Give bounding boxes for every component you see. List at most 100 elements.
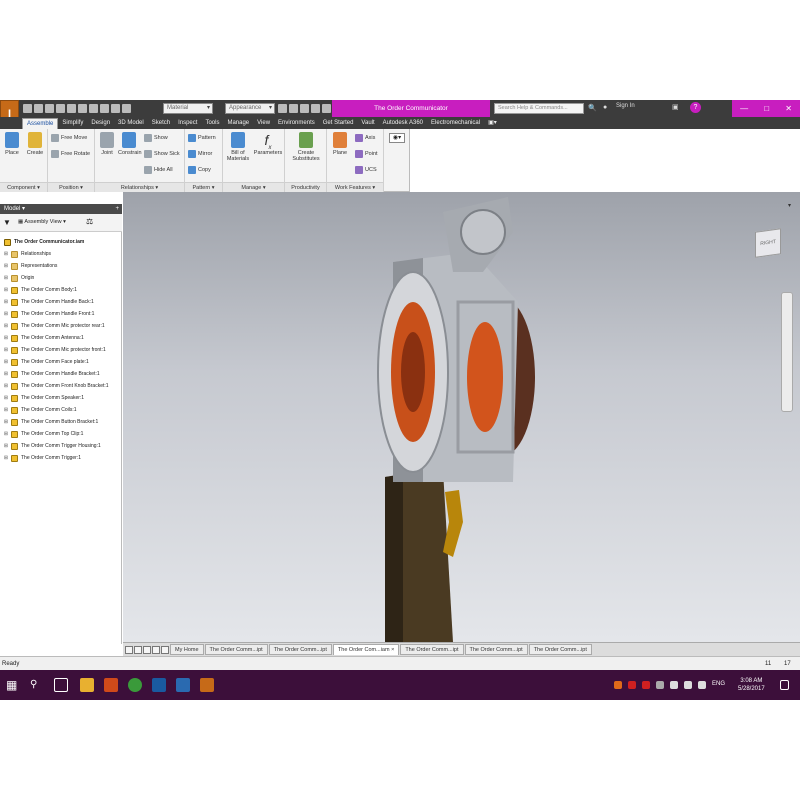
tree-item[interactable]: ⊞ The Order Comm Handle Back:1 <box>0 296 121 308</box>
pattern-button[interactable]: Pattern <box>188 134 216 142</box>
tray-icon-2[interactable] <box>628 681 636 689</box>
measure-icon[interactable] <box>111 104 120 113</box>
component-group-label[interactable]: Component ▾ <box>0 182 47 192</box>
work-features-group-label[interactable]: Work Features ▾ <box>327 182 383 192</box>
exchange-icon[interactable]: ▣ <box>672 103 679 111</box>
place-button[interactable]: Place <box>1 132 23 156</box>
user-icon[interactable]: ● <box>603 104 607 111</box>
point-button[interactable]: Point <box>355 150 378 158</box>
panel-options-icon[interactable]: ◉▾ <box>389 133 405 143</box>
tab-sketch[interactable]: Sketch <box>148 118 174 129</box>
browser-add-icon[interactable]: + <box>115 204 119 214</box>
document-tab[interactable]: The Order Comm...ipt <box>400 644 464 655</box>
graphics-viewport[interactable]: RIGHT ▾ <box>123 192 800 642</box>
pattern-group-label[interactable]: Pattern ▾ <box>185 182 222 192</box>
network-icon[interactable] <box>684 681 692 689</box>
sign-in-button[interactable]: Sign In <box>616 103 635 109</box>
volume-icon[interactable] <box>698 681 706 689</box>
store-icon[interactable] <box>152 678 166 692</box>
tree-item[interactable]: ⊞ The Order Comm Handle Bracket:1 <box>0 368 121 380</box>
tree-item[interactable]: ⊞ Representations <box>0 260 121 272</box>
expand-icon[interactable]: ⊞ <box>3 443 9 449</box>
minimize-icon[interactable]: — <box>740 104 748 113</box>
document-tab[interactable]: The Order Comm...ipt <box>464 644 528 655</box>
filter-icon[interactable]: ▼ <box>3 218 11 227</box>
ucs-button[interactable]: UCS <box>355 166 377 174</box>
arrange-icon[interactable] <box>152 645 160 654</box>
ribbon-options-icon[interactable]: ▣▾ <box>484 118 501 129</box>
tree-item[interactable]: ⊞ The Order Comm Front Knob Bracket:1 <box>0 380 121 392</box>
tree-item[interactable]: ⊞ The Order Comm Coils:1 <box>0 404 121 416</box>
axis-button[interactable]: Axis <box>355 134 375 142</box>
tree-item[interactable]: ⊞ The Order Comm Face plate:1 <box>0 356 121 368</box>
tree-item[interactable]: ⊞ The Order Comm Mic protector rear:1 <box>0 320 121 332</box>
tree-item[interactable]: ⊞ Relationships <box>0 248 121 260</box>
more-icon[interactable] <box>322 104 331 113</box>
expand-icon[interactable]: ⊞ <box>3 419 9 425</box>
expand-icon[interactable]: ⊞ <box>3 311 9 317</box>
close-tab-icon[interactable]: × <box>390 647 394 653</box>
expand-icon[interactable]: ⊞ <box>3 323 9 329</box>
show-button[interactable]: Show <box>144 134 168 142</box>
help-icon[interactable]: ? <box>690 102 701 113</box>
chrome-icon[interactable] <box>128 678 142 692</box>
tree-item[interactable]: ⊞ The Order Comm Handle Front:1 <box>0 308 121 320</box>
create-button[interactable]: Create <box>24 132 46 156</box>
expand-icon[interactable]: ⊞ <box>3 275 9 281</box>
tree-item[interactable]: ⊞ The Order Comm Top Clip:1 <box>0 428 121 440</box>
select-icon[interactable] <box>100 104 109 113</box>
tree-item[interactable]: ⊞ The Order Comm Mic protector front:1 <box>0 344 121 356</box>
tree-item[interactable]: ⊞ The Order Comm Speaker:1 <box>0 392 121 404</box>
undo-icon[interactable] <box>56 104 65 113</box>
tab-simplify[interactable]: Simplify <box>58 118 87 129</box>
document-tab[interactable]: The Order Com...iam × <box>332 644 400 655</box>
tab-assemble[interactable]: Assemble <box>22 118 59 129</box>
expand-icon[interactable]: ⊞ <box>3 347 9 353</box>
tree-item[interactable]: ⊞ The Order Comm Body:1 <box>0 284 121 296</box>
tray-icon-4[interactable] <box>656 681 664 689</box>
close-icon[interactable]: ✕ <box>785 104 792 113</box>
tile-vertical-icon[interactable] <box>134 645 142 654</box>
tray-icon-3[interactable] <box>642 681 650 689</box>
app-window-icon[interactable] <box>176 678 190 692</box>
mirror-button[interactable]: Mirror <box>188 150 212 158</box>
expand-icon[interactable]: ⊞ <box>3 455 9 461</box>
zoom-icon[interactable] <box>311 104 320 113</box>
tab-get-started[interactable]: Get Started <box>319 118 358 129</box>
expand-icon[interactable]: ⊞ <box>3 395 9 401</box>
document-tab[interactable]: The Order Comm...ipt <box>204 644 268 655</box>
tab-inspect[interactable]: Inspect <box>174 118 201 129</box>
adjust-icon[interactable] <box>278 104 287 113</box>
manage-group-label[interactable]: Manage ▾ <box>223 182 284 192</box>
tree-item[interactable]: ⊞ The Order Comm Button Bracket:1 <box>0 416 121 428</box>
expand-icon[interactable]: ⊞ <box>3 299 9 305</box>
appearance-combo[interactable]: Appearance <box>225 103 275 114</box>
update-icon[interactable] <box>89 104 98 113</box>
expand-icon[interactable]: ⊞ <box>3 335 9 341</box>
expand-icon[interactable]: ⊞ <box>3 287 9 293</box>
search-icon[interactable]: 🔍 <box>588 104 597 112</box>
fx-icon[interactable] <box>300 104 309 113</box>
redo-icon[interactable] <box>67 104 76 113</box>
tree-item[interactable]: ⊞ Origin <box>0 272 121 284</box>
restore-icon[interactable]: □ <box>764 104 769 113</box>
navigation-bar[interactable] <box>781 292 793 412</box>
tree-item[interactable]: ⊞ The Order Comm Trigger:1 <box>0 452 121 464</box>
cascade-icon[interactable] <box>143 645 151 654</box>
free-move-button[interactable]: Free Move <box>51 134 87 142</box>
office-icon[interactable] <box>104 678 118 692</box>
free-rotate-button[interactable]: Free Rotate <box>51 150 90 158</box>
view-cube[interactable]: RIGHT <box>755 228 781 258</box>
document-tab[interactable]: The Order Comm...ipt <box>268 644 332 655</box>
inventor-taskbar-icon[interactable] <box>200 678 214 692</box>
tab-environments[interactable]: Environments <box>274 118 319 129</box>
new-icon[interactable] <box>23 104 32 113</box>
tray-icon-5[interactable] <box>670 681 678 689</box>
tree-item[interactable]: ⊞ The Order Comm Trigger Housing:1 <box>0 440 121 452</box>
expand-icon[interactable]: ⊞ <box>3 431 9 437</box>
language-indicator[interactable]: ENG <box>712 681 725 687</box>
tile-horizontal-icon[interactable] <box>125 645 133 654</box>
expand-icon[interactable]: ⊞ <box>3 371 9 377</box>
joint-button[interactable]: Joint <box>96 132 118 156</box>
tab-menu-icon[interactable] <box>161 645 169 654</box>
